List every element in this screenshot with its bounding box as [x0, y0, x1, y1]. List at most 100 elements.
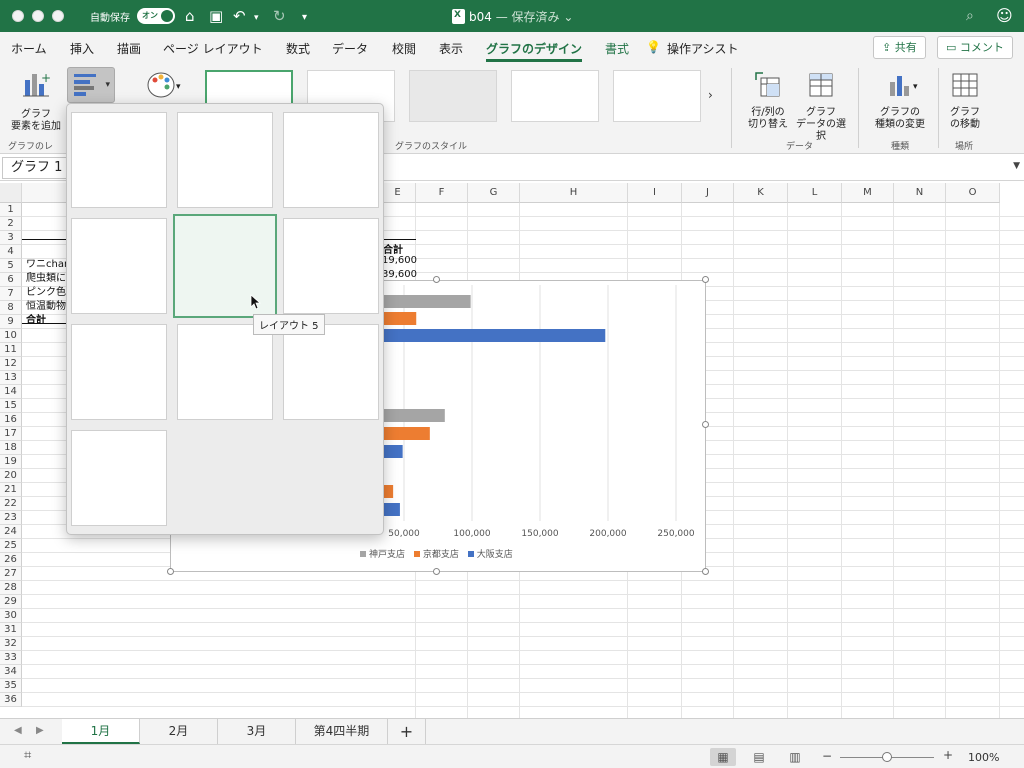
- row-header-13[interactable]: 13: [0, 371, 22, 385]
- row-header-27[interactable]: 27: [0, 567, 22, 581]
- row-header-20[interactable]: 20: [0, 469, 22, 483]
- macro-record-icon[interactable]: ⌗: [24, 748, 31, 763]
- row-header-28[interactable]: 28: [0, 581, 22, 595]
- tell-me-assist[interactable]: 操作アシスト: [667, 40, 739, 57]
- row-header-34[interactable]: 34: [0, 665, 22, 679]
- zoom-window-button[interactable]: [52, 10, 64, 22]
- cell-a4[interactable]: ワニchan: [26, 255, 70, 270]
- chart-style-4[interactable]: [511, 70, 599, 122]
- lightbulb-icon[interactable]: 💡: [646, 40, 661, 54]
- row-header-1[interactable]: 1: [0, 203, 22, 217]
- move-chart-button[interactable]: グラフ の移動: [942, 70, 988, 131]
- row-header-11[interactable]: 11: [0, 343, 22, 357]
- share-button[interactable]: ⇪ 共有: [873, 36, 926, 59]
- row-header-35[interactable]: 35: [0, 679, 22, 693]
- normal-view-button[interactable]: ▦: [710, 748, 736, 766]
- cell-a6[interactable]: ピンク色: [26, 283, 66, 298]
- minimize-window-button[interactable]: [32, 10, 44, 22]
- select-data-button[interactable]: グラフ データの選択: [792, 70, 850, 143]
- row-header-14[interactable]: 14: [0, 385, 22, 399]
- comment-button[interactable]: ▭ コメント: [937, 36, 1013, 59]
- row-header-22[interactable]: 22: [0, 497, 22, 511]
- layout-option-8[interactable]: [177, 324, 273, 420]
- resize-handle[interactable]: [702, 276, 709, 283]
- chart-type-dropdown-icon[interactable]: ▾: [913, 82, 918, 92]
- close-window-button[interactable]: [12, 10, 24, 22]
- sheet-next-icon[interactable]: ▶: [36, 725, 44, 736]
- row-header-33[interactable]: 33: [0, 651, 22, 665]
- sheet-tab-feb[interactable]: 2月: [140, 719, 218, 744]
- add-sheet-button[interactable]: +: [388, 719, 426, 744]
- column-header-h[interactable]: H: [520, 183, 628, 203]
- tab-page-layout[interactable]: ページ レイアウト: [163, 40, 263, 57]
- resize-handle[interactable]: [433, 276, 440, 283]
- chart-style-5[interactable]: [613, 70, 701, 122]
- tab-format[interactable]: 書式: [605, 40, 629, 57]
- row-header-29[interactable]: 29: [0, 595, 22, 609]
- row-header-36[interactable]: 36: [0, 693, 22, 707]
- sheet-tab-q4[interactable]: 第4四半期: [296, 719, 388, 744]
- row-header-3[interactable]: 3: [0, 231, 22, 245]
- layout-option-10[interactable]: [71, 430, 167, 526]
- column-header-f[interactable]: F: [416, 183, 468, 203]
- layout-option-9[interactable]: [283, 324, 379, 420]
- redo-icon[interactable]: ↻: [273, 6, 286, 26]
- column-header-n[interactable]: N: [894, 183, 946, 203]
- tab-formulas[interactable]: 数式: [286, 40, 310, 57]
- row-header-5[interactable]: 5: [0, 259, 22, 273]
- row-header-30[interactable]: 30: [0, 609, 22, 623]
- customize-toolbar-icon[interactable]: ▾: [302, 8, 307, 28]
- row-header-6[interactable]: 6: [0, 273, 22, 287]
- undo-icon[interactable]: ↶: [233, 6, 246, 26]
- layout-option-7[interactable]: [71, 324, 167, 420]
- resize-handle[interactable]: [702, 421, 709, 428]
- select-all-corner[interactable]: [0, 183, 22, 203]
- row-header-21[interactable]: 21: [0, 483, 22, 497]
- row-header-17[interactable]: 17: [0, 427, 22, 441]
- row-header-8[interactable]: 8: [0, 301, 22, 315]
- row-header-24[interactable]: 24: [0, 525, 22, 539]
- cell-e3[interactable]: 合計: [383, 241, 403, 256]
- resize-handle[interactable]: [167, 568, 174, 575]
- tab-chart-design[interactable]: グラフのデザイン: [486, 40, 583, 62]
- add-chart-element-button[interactable]: + グラフ 要素を追加: [8, 68, 64, 133]
- row-header-25[interactable]: 25: [0, 539, 22, 553]
- zoom-in-icon[interactable]: +: [943, 748, 953, 762]
- row-header-10[interactable]: 10: [0, 329, 22, 343]
- tab-data[interactable]: データ: [332, 40, 368, 57]
- row-header-2[interactable]: 2: [0, 217, 22, 231]
- save-icon[interactable]: ▣: [209, 6, 223, 26]
- cell-e5[interactable]: 39,600: [382, 269, 417, 280]
- tab-draw[interactable]: 描画: [117, 40, 141, 57]
- gallery-next-icon[interactable]: ›: [708, 88, 713, 102]
- home-icon[interactable]: ⌂: [185, 6, 195, 26]
- column-header-e[interactable]: E: [380, 183, 416, 203]
- page-break-view-button[interactable]: ▥: [782, 748, 808, 766]
- row-header-31[interactable]: 31: [0, 623, 22, 637]
- tab-view[interactable]: 表示: [439, 40, 463, 57]
- column-header-k[interactable]: K: [734, 183, 788, 203]
- column-header-g[interactable]: G: [468, 183, 520, 203]
- row-header-19[interactable]: 19: [0, 455, 22, 469]
- cell-a5[interactable]: 爬虫類に: [26, 269, 66, 284]
- row-header-26[interactable]: 26: [0, 553, 22, 567]
- layout-option-2[interactable]: [177, 112, 273, 208]
- column-header-j[interactable]: J: [682, 183, 734, 203]
- row-header-23[interactable]: 23: [0, 511, 22, 525]
- zoom-out-icon[interactable]: −: [822, 749, 832, 763]
- sheet-tab-mar[interactable]: 3月: [218, 719, 296, 744]
- column-header-l[interactable]: L: [788, 183, 842, 203]
- cell-e4[interactable]: 19,600: [382, 255, 417, 266]
- resize-handle[interactable]: [702, 568, 709, 575]
- doc-menu-icon[interactable]: ⌄: [560, 10, 573, 24]
- column-header-m[interactable]: M: [842, 183, 894, 203]
- resize-handle[interactable]: [433, 568, 440, 575]
- undo-dropdown-icon[interactable]: ▾: [254, 8, 259, 28]
- column-header-o[interactable]: O: [946, 183, 1000, 203]
- tab-home[interactable]: ホーム: [11, 40, 47, 57]
- tab-review[interactable]: 校閲: [392, 40, 416, 57]
- chart-style-3[interactable]: [409, 70, 497, 122]
- cell-a7[interactable]: 恒温動物: [26, 297, 66, 312]
- column-header-i[interactable]: I: [628, 183, 682, 203]
- row-header-9[interactable]: 9: [0, 315, 22, 329]
